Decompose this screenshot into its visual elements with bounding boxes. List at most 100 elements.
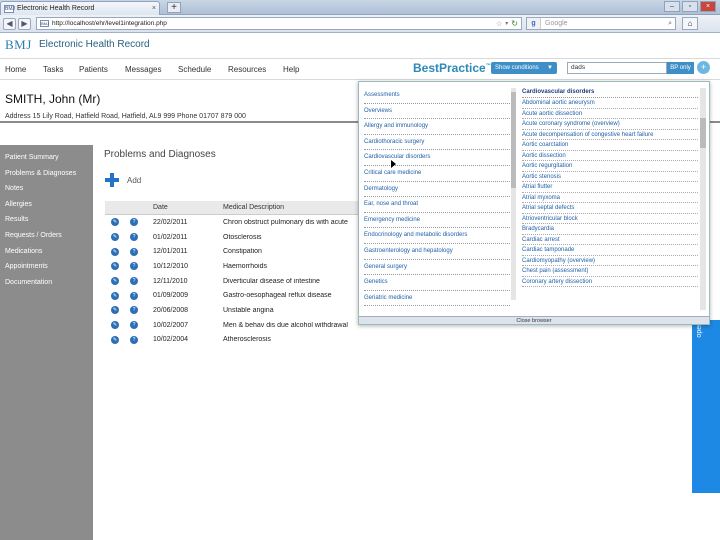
show-conditions-button[interactable]: Show conditions ▼ <box>491 62 557 74</box>
menu-tasks[interactable]: Tasks <box>43 65 63 74</box>
sidebar-item-appointments[interactable]: Appointments <box>0 259 93 275</box>
bp-condition-item[interactable]: Atrial septal defects <box>522 203 698 214</box>
browser-tab[interactable]: BMJ Electronic Health Record × <box>0 1 160 15</box>
bp-category-item[interactable]: Cardiovascular disorders <box>364 150 510 166</box>
bp-plus-icon[interactable]: + <box>697 61 710 74</box>
bp-condition-item[interactable]: Cardiomyopathy (overview) <box>522 256 698 266</box>
bp-category-item[interactable]: Emergency medicine <box>364 213 510 229</box>
bp-condition-item[interactable]: Atrioventricular block <box>522 214 698 224</box>
bp-category-item[interactable]: Allergy and immunology <box>364 119 510 135</box>
table-row[interactable]: ✎? 22/02/2011 Chron obstruct pulmonary dis… <box>105 215 365 230</box>
minimize-icon[interactable]: – <box>664 1 680 12</box>
info-icon[interactable]: ? <box>130 233 138 242</box>
condition-scrollbar-thumb[interactable] <box>700 118 706 148</box>
edit-icon[interactable]: ✎ <box>111 277 119 286</box>
bp-condition-item[interactable]: Aortic stenosis <box>522 172 698 182</box>
bp-category-item[interactable]: General surgery <box>364 260 510 276</box>
sidebar-item-patient-summary[interactable]: Patient Summary <box>0 150 93 166</box>
table-row[interactable]: ✎? 01/02/2011 Otosclerosis <box>105 230 365 245</box>
menu-messages[interactable]: Messages <box>125 65 161 74</box>
sidebar-item-medications[interactable]: Medications <box>0 244 93 260</box>
info-icon[interactable]: ? <box>130 291 138 300</box>
edit-icon[interactable]: ✎ <box>111 306 119 315</box>
tab-close-icon[interactable]: × <box>152 5 156 12</box>
bp-search-input[interactable]: dads <box>567 62 667 74</box>
table-row[interactable]: ✎? 10/02/2007 Men & behav dis due alcohol … <box>105 318 365 333</box>
table-row[interactable]: ✎? 12/11/2010 Diverticular disease of inte… <box>105 274 365 289</box>
back-icon[interactable]: ◀ <box>3 18 16 30</box>
edit-icon[interactable]: ✎ <box>111 321 119 330</box>
close-window-icon[interactable]: × <box>700 1 716 12</box>
close-browser-button[interactable]: Close browser <box>359 316 709 324</box>
info-icon[interactable]: ? <box>130 247 138 256</box>
bp-category-item[interactable]: Assessments <box>364 88 510 104</box>
home-icon[interactable]: ⌂ <box>682 17 698 30</box>
bp-condition-item[interactable]: Acute aortic dissection <box>522 109 698 119</box>
info-icon[interactable]: ? <box>130 306 138 315</box>
menu-resources[interactable]: Resources <box>228 65 266 74</box>
search-icon[interactable]: ⌕ <box>668 20 672 28</box>
sidebar-item-allergies[interactable]: Allergies <box>0 197 93 213</box>
bp-category-item[interactable]: Endocrinology and metabolic disorders <box>364 228 510 244</box>
menu-patients[interactable]: Patients <box>79 65 108 74</box>
bp-category-item[interactable]: Critical care medicine <box>364 166 510 182</box>
menu-schedule[interactable]: Schedule <box>178 65 211 74</box>
edit-icon[interactable]: ✎ <box>111 218 119 227</box>
edit-icon[interactable]: ✎ <box>111 233 119 242</box>
bp-category-item[interactable]: Genetics <box>364 275 510 291</box>
bp-condition-item[interactable]: Aortic dissection <box>522 151 698 161</box>
edit-icon[interactable]: ✎ <box>111 262 119 271</box>
bp-condition-item[interactable]: Atrial myxoma <box>522 193 698 203</box>
bp-condition-item[interactable]: Abdominal aortic aneurysm <box>522 98 698 109</box>
bp-condition-item[interactable]: Acute decompensation of congestive heart… <box>522 130 698 140</box>
bp-condition-item[interactable]: Aortic regurgitation <box>522 161 698 172</box>
table-row[interactable]: ✎? 10/12/2010 Haemorrhoids <box>105 259 365 274</box>
info-icon[interactable]: ? <box>130 218 138 227</box>
bp-condition-item[interactable]: Cardiac tamponade <box>522 245 698 256</box>
bp-side-panel[interactable] <box>692 320 720 493</box>
bp-category-item[interactable]: Overviews <box>364 104 510 120</box>
bp-category-item[interactable]: Ear, nose and throat <box>364 197 510 213</box>
address-bar[interactable]: BMJ http://localhost/ehr/level1integrati… <box>36 17 522 30</box>
bp-category-item[interactable]: Gastroenterology and hepatology <box>364 244 510 260</box>
info-icon[interactable]: ? <box>130 277 138 286</box>
browser-search-input[interactable]: g Google ⌕ <box>526 17 676 30</box>
table-row[interactable]: ✎? 12/01/2011 Constipation <box>105 244 365 259</box>
edit-icon[interactable]: ✎ <box>111 247 119 256</box>
bp-category-item[interactable]: Cardiothoracic surgery <box>364 135 510 151</box>
table-row[interactable]: ✎? 20/06/2008 Unstable angina <box>105 303 365 318</box>
bp-condition-item[interactable]: Chest pain (assessment) <box>522 266 698 277</box>
menu-home[interactable]: Home <box>5 65 26 74</box>
info-icon[interactable]: ? <box>130 321 138 330</box>
add-button[interactable]: Add <box>105 173 141 187</box>
column-description[interactable]: Medical Description <box>223 201 365 214</box>
edit-icon[interactable]: ✎ <box>111 335 119 344</box>
sidebar-item-problems[interactable]: Problems & Diagnoses <box>0 166 93 182</box>
bp-category-item[interactable]: Dermatology <box>364 182 510 198</box>
sidebar-item-requests[interactable]: Requests / Orders <box>0 228 93 244</box>
url-dropdown-icon[interactable]: ▾ <box>505 20 508 27</box>
sidebar-item-results[interactable]: Results <box>0 212 93 228</box>
bp-category-item[interactable]: Geriatric medicine <box>364 291 510 307</box>
reload-icon[interactable]: ↻ <box>511 19 518 28</box>
forward-icon[interactable]: ▶ <box>18 18 31 30</box>
edit-icon[interactable]: ✎ <box>111 291 119 300</box>
bp-only-button[interactable]: BP only <box>667 62 694 74</box>
bookmark-star-icon[interactable]: ☆ <box>496 20 502 28</box>
sidebar-item-notes[interactable]: Notes <box>0 181 93 197</box>
category-scrollbar[interactable] <box>511 88 516 300</box>
maximize-icon[interactable]: ▫ <box>682 1 698 12</box>
condition-scrollbar[interactable] <box>700 88 706 310</box>
info-icon[interactable]: ? <box>130 335 138 344</box>
new-tab-button[interactable]: + <box>167 2 181 13</box>
bp-condition-item[interactable]: Acute coronary syndrome (overview) <box>522 119 698 130</box>
menu-help[interactable]: Help <box>283 65 299 74</box>
category-scrollbar-thumb[interactable] <box>511 92 516 188</box>
sidebar-item-documentation[interactable]: Documentation <box>0 275 93 291</box>
bp-condition-item[interactable]: Cardiac arrest <box>522 235 698 245</box>
column-date[interactable]: Date <box>153 201 223 214</box>
bp-condition-item[interactable]: Bradycardia <box>522 224 698 235</box>
table-row[interactable]: ✎? 01/09/2009 Gastro-oesophageal reflux di… <box>105 288 365 303</box>
bp-condition-item[interactable]: Atrial flutter <box>522 182 698 193</box>
table-row[interactable]: ✎? 10/02/2004 Atherosclerosis <box>105 333 365 348</box>
